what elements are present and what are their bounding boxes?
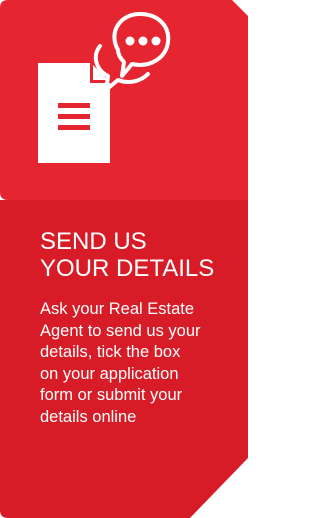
card-description: Ask your Real Estate Agent to send us yo… (40, 299, 245, 428)
description-line: details online (40, 407, 137, 426)
description-line: Agent to send us your (40, 321, 201, 340)
description-line: Ask your Real Estate (40, 300, 195, 318)
heading-line: SEND US (40, 228, 147, 255)
description-line: details, tick the box (40, 343, 181, 361)
description-line: form or submit your (40, 386, 183, 404)
card-heading: SEND US YOUR DETAILS (40, 228, 245, 282)
description-line: on your application (40, 364, 179, 383)
text-block: SEND US YOUR DETAILS Ask your Real Estat… (40, 228, 245, 428)
step-card: SEND US YOUR DETAILS Ask your Real Estat… (0, 0, 257, 518)
document-icon (38, 63, 110, 163)
icon-group (38, 12, 171, 163)
chat-bubble-icon (93, 12, 171, 92)
heading-line: YOUR DETAILS (40, 255, 215, 282)
